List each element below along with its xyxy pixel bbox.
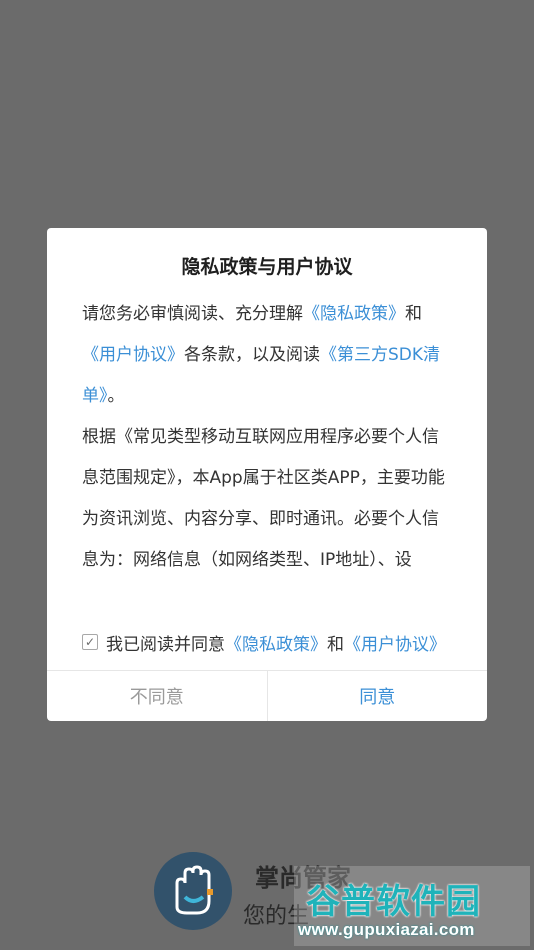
intro-text-3: 各条款，以及阅读 [184, 345, 320, 365]
intro-paragraph: 请您务必审慎阅读、充分理解《隐私政策》和《用户协议》各条款，以及阅读《第三方SD… [82, 294, 454, 417]
dialog-body: 请您务必审慎阅读、充分理解《隐私政策》和《用户协议》各条款，以及阅读《第三方SD… [82, 294, 454, 576]
agree-user-link[interactable]: 《用户协议》 [344, 630, 446, 655]
agree-row[interactable]: ✓ 我已阅读并同意 《隐私政策》和《用户协议》 [82, 630, 462, 655]
privacy-policy-link[interactable]: 《隐私政策》 [303, 304, 405, 324]
agree-and-text: 和 [327, 634, 344, 655]
watermark-title: 谷普软件园 [306, 882, 481, 922]
watermark-url: www.gupuxiazai.com [298, 920, 475, 939]
intro-text-2: 和 [405, 304, 422, 324]
intro-text-4: 。 [107, 386, 125, 406]
dialog-title: 隐私政策与用户协议 [181, 256, 353, 278]
app-logo [154, 852, 232, 930]
disagree-button[interactable]: 不同意 [47, 671, 268, 721]
dialog-buttons: 不同意 同意 [47, 671, 487, 721]
hand-logo-icon [175, 865, 213, 915]
scope-paragraph: 根据《常见类型移动互联网应用程序必要个人信息范围规定》，本App属于社区类APP… [82, 427, 445, 570]
agree-checkbox[interactable]: ✓ [82, 634, 98, 650]
agree-text: 我已阅读并同意 [106, 634, 225, 655]
user-agreement-link[interactable]: 《用户协议》 [82, 345, 184, 365]
check-icon: ✓ [84, 635, 96, 649]
privacy-dialog: 隐私政策与用户协议 请您务必审慎阅读、充分理解《隐私政策》和《用户协议》各条款，… [47, 228, 487, 721]
intro-text-1: 请您务必审慎阅读、充分理解 [82, 304, 303, 324]
agree-button[interactable]: 同意 [268, 671, 488, 721]
agree-privacy-link[interactable]: 《隐私政策》 [225, 630, 327, 655]
